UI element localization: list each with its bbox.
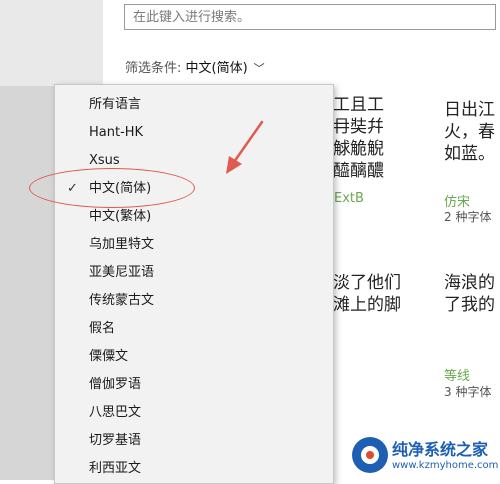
- menu-item-label: 乌加里特文: [89, 237, 155, 252]
- filter-value[interactable]: 中文(简体): [186, 61, 248, 76]
- menu-item-label: Hant-HK: [89, 125, 144, 140]
- menu-item-label: 利西亚文: [89, 461, 142, 476]
- search-box[interactable]: [124, 4, 496, 30]
- menu-item-hant-hk[interactable]: Hant-HK: [55, 119, 333, 147]
- menu-item-traditional-mongolian[interactable]: 传统蒙古文: [55, 287, 333, 315]
- menu-item-label: 僧伽罗语: [89, 377, 142, 392]
- menu-item-lisu[interactable]: 傈僳文: [55, 343, 333, 371]
- watermark-title: 纯净系统之家: [392, 440, 489, 459]
- menu-item-label: 所有语言: [89, 97, 142, 112]
- menu-item-sinhala[interactable]: 僧伽罗语: [55, 371, 333, 399]
- language-filter[interactable]: 筛选条件: 中文(简体) ﹀: [125, 57, 265, 76]
- menu-item-label: 假名: [89, 321, 116, 336]
- checkmark-icon: ✓: [67, 181, 78, 196]
- watermark: 纯净系统之家 www.kzmyhome.com: [352, 434, 500, 480]
- menu-item-cherokee[interactable]: 切罗基语: [55, 427, 333, 455]
- font-card-preview[interactable]: 海浪的 了我的: [444, 272, 500, 318]
- menu-item-label: 傈僳文: [89, 349, 129, 364]
- font-card-preview[interactable]: 淡了他们 滩上的脚: [333, 272, 423, 318]
- font-card-name[interactable]: ExtB: [334, 191, 364, 206]
- menu-item-label: Xsus: [89, 153, 120, 168]
- font-card-count: 3 种字体: [444, 385, 492, 399]
- menu-item-label: 中文(简体): [89, 181, 152, 196]
- font-card-preview[interactable]: 日出江 火，春 如蓝。: [444, 99, 500, 169]
- menu-item-xsus[interactable]: Xsus: [55, 147, 333, 175]
- font-card-count: 2 种字体: [444, 210, 492, 224]
- menu-item-all-languages[interactable]: 所有语言: [55, 91, 333, 119]
- menu-item-phags-pa[interactable]: 八思巴文: [55, 399, 333, 427]
- watermark-logo-icon: [352, 437, 388, 473]
- menu-item-kana[interactable]: 假名: [55, 315, 333, 343]
- font-card-preview[interactable]: 工且工 冄奘幷 觩觤觬 醯醨醲: [333, 94, 393, 184]
- watermark-url: www.kzmyhome.com: [392, 460, 499, 471]
- menu-item-label: 切罗基语: [89, 433, 142, 448]
- menu-item-label: 八思巴文: [89, 405, 142, 420]
- chevron-down-icon[interactable]: ﹀: [254, 60, 265, 76]
- menu-item-label: 中文(繁体): [89, 209, 152, 224]
- annotation-arrow-icon: [226, 120, 264, 174]
- menu-item-armenian[interactable]: 亚美尼亚语: [55, 259, 333, 287]
- menu-item-label: 传统蒙古文: [89, 293, 155, 308]
- filter-label: 筛选条件:: [125, 61, 186, 76]
- menu-item-ugaritic[interactable]: 乌加里特文: [55, 231, 333, 259]
- font-card-name[interactable]: 等线: [444, 365, 470, 384]
- menu-item-label: 亚美尼亚语: [89, 265, 155, 280]
- menu-item-chinese-simplified[interactable]: ✓ 中文(简体): [55, 175, 333, 203]
- navigation-pane-top: [0, 0, 103, 86]
- language-dropdown-menu[interactable]: 所有语言 Hant-HK Xsus ✓ 中文(简体) 中文(繁体) 乌加里特文 …: [54, 84, 334, 484]
- menu-item-chinese-traditional[interactable]: 中文(繁体): [55, 203, 333, 231]
- menu-item-lycian[interactable]: 利西亚文: [55, 455, 333, 483]
- search-input[interactable]: [125, 5, 495, 29]
